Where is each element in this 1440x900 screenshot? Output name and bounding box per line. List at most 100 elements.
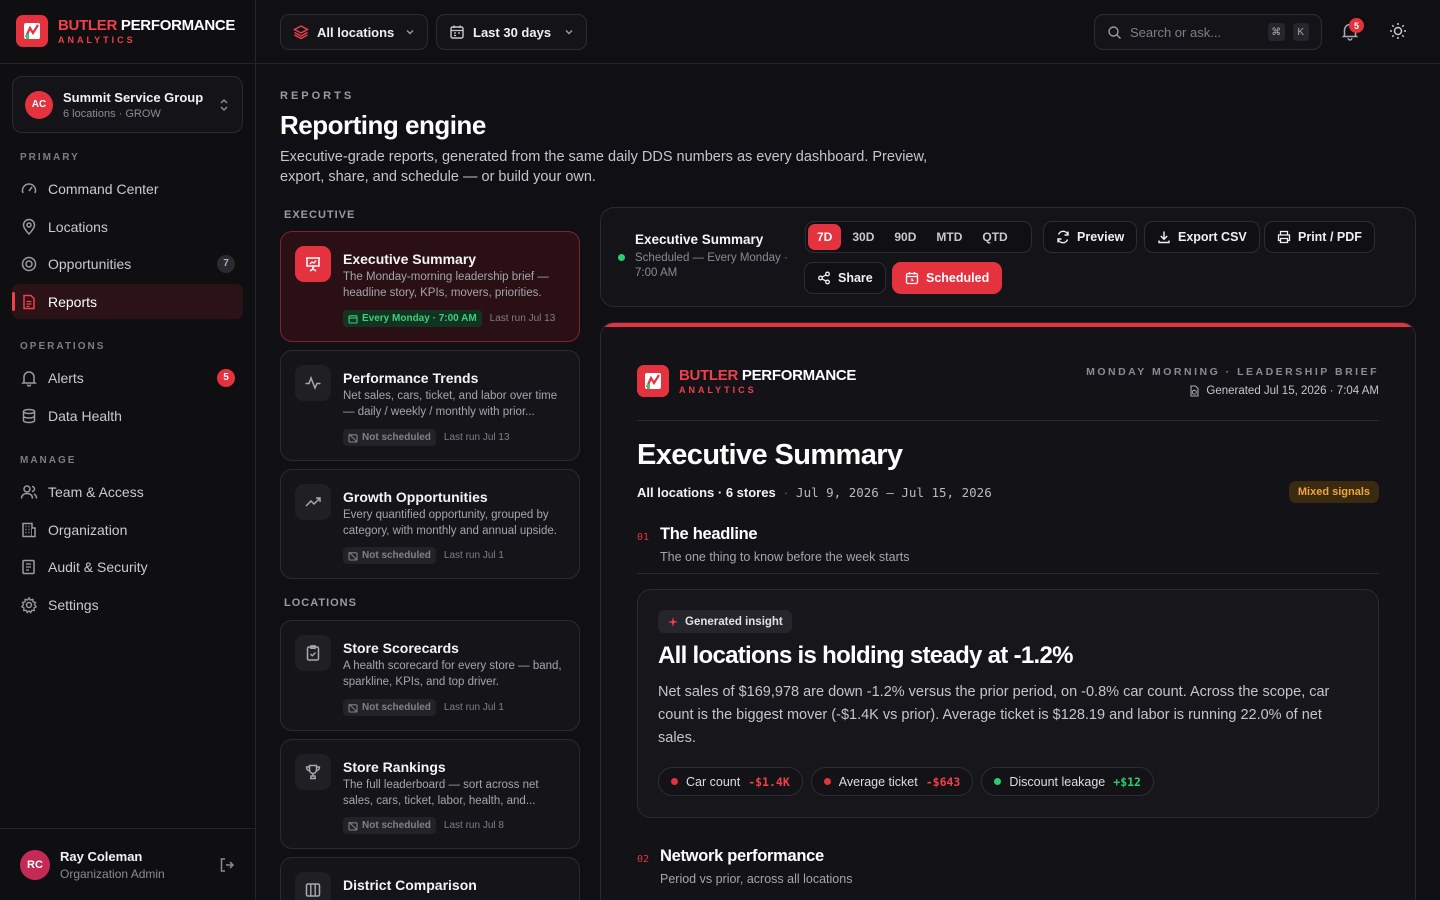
- section-number: 01: [637, 532, 650, 543]
- last-run-text: Last run Jul 8: [443, 820, 504, 831]
- section-label-executive: EXECUTIVE: [284, 209, 356, 221]
- report-title: Growth Opportunities: [343, 489, 488, 505]
- report-kind-label: MONDAY MORNING · LEADERSHIP BRIEF: [1086, 366, 1379, 378]
- generated-timestamp: Generated Jul 15, 2026 · 7:04 AM: [1188, 385, 1379, 397]
- period-option-7d[interactable]: 7D: [808, 224, 842, 250]
- avatar[interactable]: RC: [20, 849, 50, 880]
- divider: [637, 420, 1379, 421]
- sidebar-item-reports[interactable]: Reports: [12, 284, 243, 319]
- file-text-icon: [20, 293, 38, 311]
- negative-dot: [823, 778, 831, 785]
- sidebar-item-label: Reports: [48, 293, 98, 310]
- nav-section-manage: MANAGE: [20, 455, 77, 466]
- report-card-store-rankings[interactable]: Store Rankings The full leaderboard — so…: [280, 739, 580, 849]
- positive-dot: [994, 778, 1002, 785]
- location-filter-label: All locations: [317, 24, 395, 40]
- database-icon: [20, 407, 38, 425]
- brand-name-b: PERFORMANCE: [117, 16, 236, 34]
- sidebar-item-label: Command Center: [48, 180, 159, 197]
- export-csv-label: Export CSV: [1178, 230, 1247, 244]
- gear-icon: [20, 596, 38, 614]
- report-card-performance-trends[interactable]: Performance Trends Net sales, cars, tick…: [280, 350, 580, 461]
- alerts-count-badge: 5: [217, 368, 235, 387]
- schedule-chip: Every Monday · 7:00 AM: [343, 310, 482, 327]
- refresh-icon: [1056, 230, 1070, 244]
- preview-button[interactable]: Preview: [1043, 221, 1138, 253]
- sidebar-item-team-access[interactable]: Team & Access: [12, 474, 243, 509]
- map-pin-icon: [20, 218, 38, 236]
- period-option-mtd[interactable]: MTD: [927, 224, 971, 250]
- report-card-growth-opportunities[interactable]: Growth Opportunities Every quantified op…: [280, 469, 580, 579]
- page-title: Reporting engine: [280, 110, 486, 140]
- brand-tagline: ANALYTICS: [679, 384, 757, 395]
- target-icon: [20, 255, 38, 273]
- generated-insight-label: Generated insight: [685, 615, 783, 628]
- section-title-network: Network performance: [660, 847, 824, 865]
- location-filter-dropdown[interactable]: All locations: [280, 14, 428, 50]
- print-pdf-label: Print / PDF: [1298, 230, 1362, 244]
- sidebar-item-label: Locations: [48, 218, 108, 235]
- schedule-chip: Not scheduled: [343, 817, 436, 834]
- brand-name-b: PERFORMANCE: [738, 366, 857, 384]
- date-filter-label: Last 30 days: [473, 24, 552, 40]
- presentation-icon: [295, 246, 331, 282]
- schedule-chip: Not scheduled: [343, 429, 436, 446]
- search-input[interactable]: [1130, 24, 1260, 40]
- report-description: Net sales, cars, ticket, and labor over …: [343, 390, 558, 418]
- selected-report-schedule: Scheduled — Every Monday · 7:00 AM: [635, 252, 788, 279]
- search-box[interactable]: ⌘ K: [1094, 14, 1322, 50]
- gauge-icon: [20, 180, 38, 198]
- scheduled-label: Scheduled: [926, 271, 990, 285]
- section-number: 02: [637, 854, 650, 865]
- sparkle-icon: [667, 616, 679, 628]
- schedule-text: Not scheduled: [362, 550, 431, 561]
- report-description: A health scorecard for every store — ban…: [343, 660, 562, 688]
- sidebar-item-settings[interactable]: Settings: [12, 587, 243, 622]
- scheduled-button[interactable]: Scheduled: [892, 262, 1003, 294]
- report-description: The full leaderboard — sort across net s…: [343, 779, 539, 807]
- calendar-icon: [348, 314, 358, 324]
- theme-toggle-sun-icon[interactable]: [1388, 21, 1408, 41]
- report-card-district-comparison[interactable]: District Comparison: [280, 857, 580, 900]
- movers-list: Car count -$1.4K Average ticket -$643 Di…: [658, 767, 1154, 796]
- insight-body: Net sales of $169,978 are down -1.2% ver…: [658, 684, 1330, 746]
- negative-dot: [671, 778, 678, 785]
- selected-report-title: Executive Summary: [635, 232, 764, 247]
- schedule-text: Not scheduled: [362, 702, 431, 713]
- sidebar-item-data-health[interactable]: Data Health: [12, 398, 243, 433]
- brand-tagline: ANALYTICS: [58, 34, 136, 45]
- sidebar-item-organization[interactable]: Organization: [12, 512, 243, 547]
- print-pdf-button[interactable]: Print / PDF: [1264, 221, 1375, 253]
- sidebar-item-locations[interactable]: Locations: [12, 209, 243, 244]
- last-run-text: Last run Jul 13: [489, 313, 556, 324]
- brand-logo[interactable]: BUTLER PERFORMANCE ANALYTICS: [16, 15, 235, 47]
- divider: [637, 573, 1379, 574]
- mover-chip-car-count: Car count -$1.4K: [658, 767, 803, 796]
- share-button[interactable]: Share: [804, 262, 886, 294]
- search-icon: [1107, 25, 1122, 40]
- date-range-dropdown[interactable]: Last 30 days: [436, 14, 587, 50]
- page-eyebrow: REPORTS: [280, 90, 355, 102]
- org-switcher[interactable]: AC Summit Service Group 6 locations · GR…: [12, 76, 243, 133]
- insight-card: Generated insight All locations is holdi…: [637, 589, 1379, 818]
- scope-text: All locations · 6 stores: [637, 485, 776, 500]
- schedule-text: Every Monday · 7:00 AM: [362, 313, 477, 324]
- user-profile: RC Ray Coleman Organization Admin: [0, 828, 256, 900]
- period-option-qtd[interactable]: QTD: [973, 224, 1016, 250]
- layers-icon: [293, 24, 309, 40]
- report-description: The Monday-morning leadership brief — he…: [343, 271, 549, 299]
- brand-name-a: BUTLER: [679, 366, 739, 384]
- sidebar-item-audit-security[interactable]: Audit & Security: [12, 549, 243, 584]
- logout-icon[interactable]: [218, 856, 236, 874]
- period-option-30d[interactable]: 30D: [843, 224, 883, 250]
- report-card-executive-summary[interactable]: Executive Summary The Monday-morning lea…: [280, 231, 580, 342]
- sidebar-item-opportunities[interactable]: Opportunities 7: [12, 246, 243, 281]
- period-option-90d[interactable]: 90D: [885, 224, 925, 250]
- mover-value: -$643: [925, 774, 961, 789]
- export-csv-button[interactable]: Export CSV: [1144, 221, 1260, 253]
- users-icon: [20, 483, 38, 501]
- sidebar-item-alerts[interactable]: Alerts 5: [12, 360, 243, 395]
- sidebar-item-command-center[interactable]: Command Center: [12, 171, 243, 206]
- report-preview: BUTLER PERFORMANCE ANALYTICS MONDAY MORN…: [600, 322, 1416, 900]
- report-card-store-scorecards[interactable]: Store Scorecards A health scorecard for …: [280, 620, 580, 731]
